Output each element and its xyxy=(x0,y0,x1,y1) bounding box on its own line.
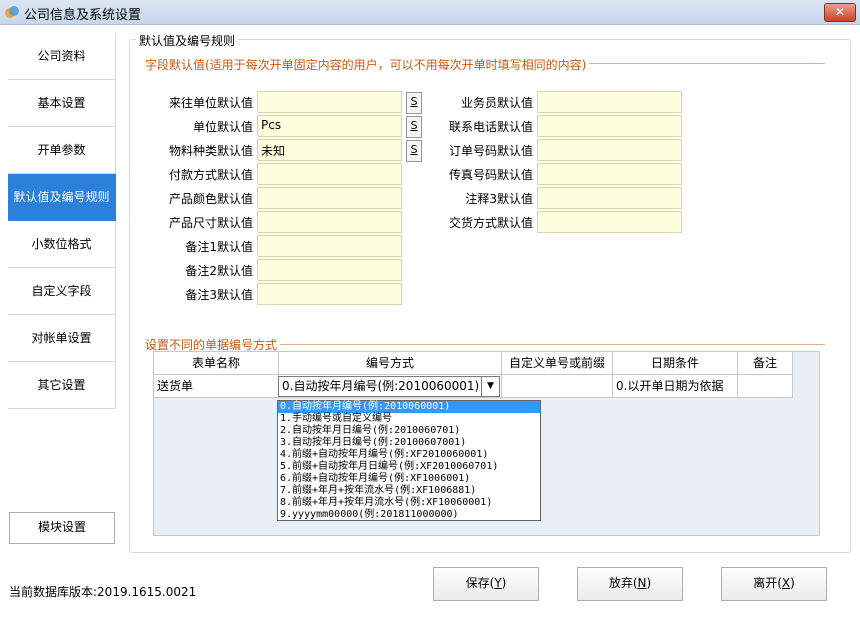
column-header-prefix: 自定义单号或前缀 xyxy=(502,352,613,375)
numbering-mode-select[interactable]: 0.自动按年月编号(例:2010060001) ▼ xyxy=(278,376,500,397)
field-label: 备注3默认值 xyxy=(185,288,253,302)
dropdown-option[interactable]: 9.yyyymm00000(例:201811000000) xyxy=(278,509,540,521)
column-header-note: 备注 xyxy=(738,352,793,375)
app-icon xyxy=(5,6,19,18)
save-button[interactable]: 保存(Y) xyxy=(433,567,539,601)
cell-note[interactable] xyxy=(738,375,793,398)
cancel-button[interactable]: 放弃(N) xyxy=(577,567,683,601)
column-header-date-condition: 日期条件 xyxy=(613,352,738,375)
field-input[interactable] xyxy=(537,187,682,209)
cell-prefix[interactable] xyxy=(502,375,613,398)
window-title: 公司信息及系统设置 xyxy=(24,8,142,23)
sidebar-nav: 公司资料 基本设置 开单参数 默认值及编号规则 小数位格式 自定义字段 对帐单设置 其它设置 xyxy=(8,33,116,409)
chevron-down-icon[interactable]: ▼ xyxy=(481,377,499,396)
sidebar-item[interactable]: 小数位格式 xyxy=(8,221,116,268)
field-label: 单位默认值 xyxy=(192,120,253,134)
db-version-text: 当前数据库版本:2019.1615.0021 xyxy=(9,585,197,599)
sidebar-item[interactable]: 对帐单设置 xyxy=(8,315,116,362)
select-button[interactable]: S xyxy=(406,140,422,162)
field-label: 联系电话默认值 xyxy=(448,120,533,134)
dropdown-option[interactable]: 4.前缀+自动按年月编号(例:XF2010060001) xyxy=(278,449,540,461)
field-input[interactable]: 未知 xyxy=(257,139,402,161)
module-settings-button[interactable]: 模块设置 xyxy=(9,512,115,544)
window-content: 公司资料 基本设置 开单参数 默认值及编号规则 小数位格式 自定义字段 对帐单设置 其它设置 … xyxy=(0,25,860,619)
numbering-mode-value: 0.自动按年月编号(例:2010060001) xyxy=(282,379,480,393)
column-header-form-name: 表单名称 xyxy=(154,352,279,375)
dropdown-option[interactable]: 2.自动按年月日编号(例:2010060701) xyxy=(278,425,540,437)
sidebar-item[interactable]: 基本设置 xyxy=(8,80,116,127)
cell-date-condition[interactable]: 0.以开单日期为依据 xyxy=(613,375,738,398)
dropdown-option[interactable]: 7.前缀+年月+按年流水号(例:XF1006881) xyxy=(278,485,540,497)
field-label: 付款方式默认值 xyxy=(168,168,253,182)
dropdown-option[interactable]: 5.前缀+自动按年月日编号(例:XF2010060701) xyxy=(278,461,540,473)
dropdown-option[interactable]: 8.前缀+年月+按年月流水号(例:XF10060001) xyxy=(278,497,540,509)
exit-button[interactable]: 离开(X) xyxy=(721,567,827,601)
select-button[interactable]: S xyxy=(406,116,422,138)
field-label: 注释3默认值 xyxy=(465,192,533,206)
cell-form-name[interactable]: 送货单 xyxy=(154,375,279,398)
panel-title: 默认值及编号规则 xyxy=(136,32,239,49)
field-label: 备注1默认值 xyxy=(185,240,253,254)
field-input[interactable]: Pcs xyxy=(257,115,402,137)
numbering-mode-dropdown: 0.自动按年月编号(例:2010060001) 1.手动编号或自定义编号 2.自动按… xyxy=(277,400,541,521)
dropdown-option[interactable]: 6.前缀+自动按年月编号(例:XF1006001) xyxy=(278,473,540,485)
sidebar-item[interactable]: 公司资料 xyxy=(8,33,116,80)
field-label: 备注2默认值 xyxy=(185,264,253,278)
field-label: 订单号码默认值 xyxy=(448,144,533,158)
field-label: 传真号码默认值 xyxy=(448,168,533,182)
dropdown-option[interactable]: 3.自动按年月日编号(例:20100607001) xyxy=(278,437,540,449)
field-label: 产品尺寸默认值 xyxy=(168,216,253,230)
select-button[interactable]: S xyxy=(406,92,422,114)
field-input[interactable] xyxy=(257,283,402,305)
field-label: 物料种类默认值 xyxy=(168,144,253,158)
field-label: 产品颜色默认值 xyxy=(168,192,253,206)
column-header-numbering-mode: 编号方式 xyxy=(279,352,502,375)
sidebar-item[interactable]: 开单参数 xyxy=(8,127,116,174)
section-default-values-title: 字段默认值(适用于每次开单固定内容的用户，可以不用每次开单时填写相同的内容) xyxy=(145,56,590,73)
field-input[interactable] xyxy=(257,163,402,185)
field-label: 交货方式默认值 xyxy=(448,216,533,230)
field-input[interactable] xyxy=(257,187,402,209)
field-input[interactable] xyxy=(537,163,682,185)
field-input[interactable] xyxy=(257,235,402,257)
field-label: 业务员默认值 xyxy=(460,96,533,110)
sidebar-item[interactable]: 其它设置 xyxy=(8,362,116,409)
field-input[interactable] xyxy=(257,211,402,233)
title-bar: 公司信息及系统设置 ✕ xyxy=(0,0,860,25)
sidebar-item[interactable]: 默认值及编号规则 xyxy=(8,174,116,221)
field-input[interactable] xyxy=(537,211,682,233)
field-input[interactable] xyxy=(537,139,682,161)
field-input[interactable] xyxy=(537,91,682,113)
field-input[interactable] xyxy=(257,91,402,113)
field-input[interactable] xyxy=(257,259,402,281)
close-button[interactable]: ✕ xyxy=(824,3,856,22)
dropdown-option[interactable]: 0.自动按年月编号(例:2010060001) xyxy=(278,401,540,413)
field-input[interactable] xyxy=(537,115,682,137)
sidebar-item[interactable]: 自定义字段 xyxy=(8,268,116,315)
dropdown-option[interactable]: 1.手动编号或自定义编号 xyxy=(278,413,540,425)
field-label: 来往单位默认值 xyxy=(168,96,253,110)
